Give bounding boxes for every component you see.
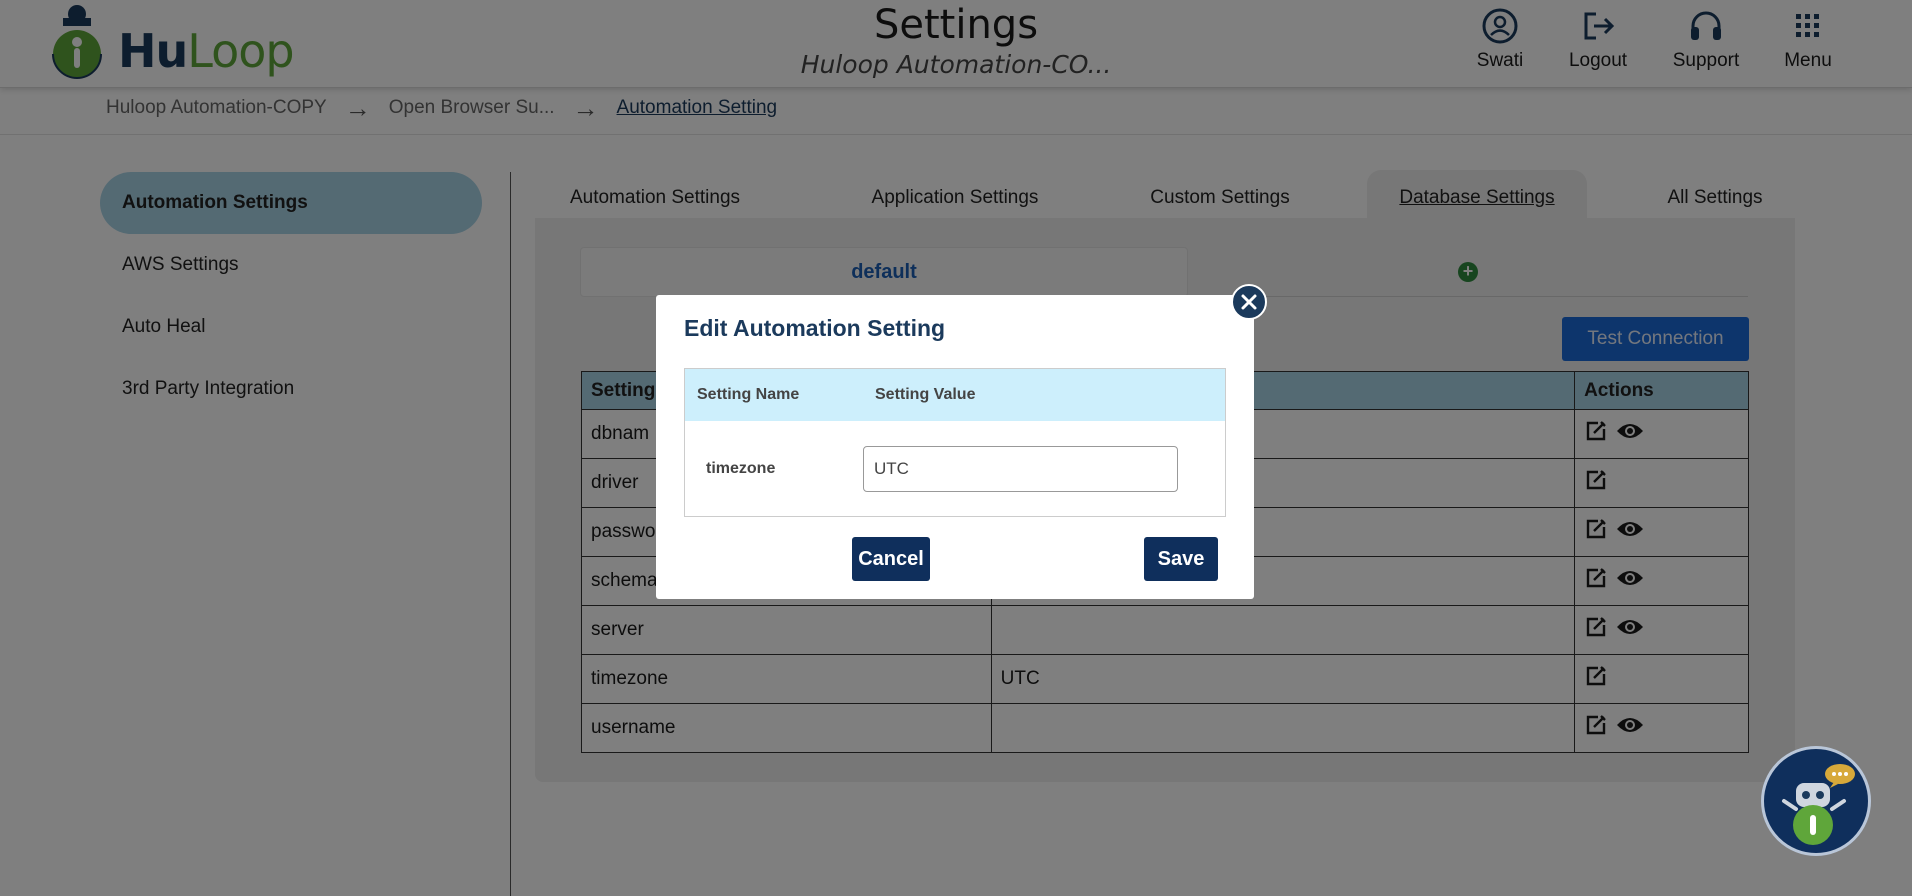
modal-table-header: Setting Name Setting Value	[685, 369, 1225, 421]
modal-title: Edit Automation Setting	[684, 315, 946, 341]
cancel-button[interactable]: Cancel	[852, 537, 930, 581]
setting-name: timezone	[706, 460, 776, 477]
chatbot-button[interactable]	[1761, 746, 1871, 856]
save-button[interactable]: Save	[1144, 537, 1218, 581]
setting-name-header: Setting Name	[697, 386, 800, 403]
setting-value-header: Setting Value	[875, 386, 976, 403]
modal-setting-table: Setting Name Setting Value timezone UTC	[684, 368, 1226, 517]
setting-value-input[interactable]: UTC	[863, 446, 1178, 492]
edit-setting-modal: Edit Automation Setting Setting Name Set…	[656, 295, 1254, 599]
close-modal-button[interactable]	[1231, 284, 1267, 320]
modal-table-row: timezone UTC	[685, 421, 1225, 517]
close-icon	[1241, 294, 1257, 310]
chatbot-robot-icon	[1782, 764, 1855, 845]
